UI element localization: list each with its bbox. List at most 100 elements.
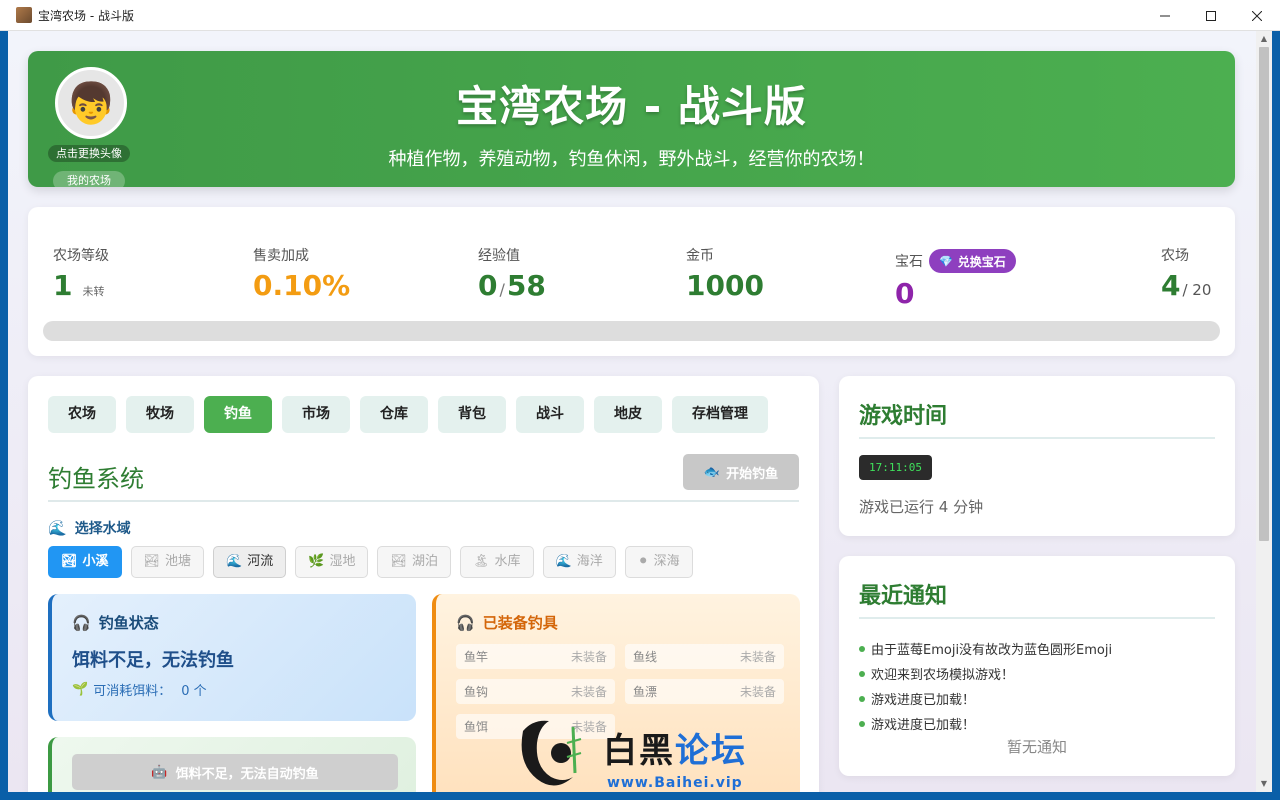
maximize-button[interactable] (1188, 0, 1234, 31)
stat-gold-value: 1000 (686, 269, 764, 302)
headphones-icon: 🎧 (456, 613, 475, 632)
exp-max: 58 (506, 269, 546, 302)
water-icon: 🌊 (555, 554, 572, 569)
notice-item: 游戏进度已加载！ (859, 711, 1215, 736)
gear-slot[interactable]: 鱼钩 未装备 (456, 679, 615, 704)
gem-icon: 💎 (939, 254, 953, 268)
water-select-text: 选择水域 (74, 521, 131, 537)
tab-2[interactable]: 钓鱼 (204, 396, 272, 433)
exp-current: 0 (478, 269, 498, 302)
water-icon: 🏞 (61, 554, 78, 569)
window-title: 宝湾农场 - 战斗版 (38, 8, 134, 23)
game-runtime: 游戏已运行 4 分钟 (859, 498, 984, 516)
tab-0[interactable]: 农场 (48, 396, 116, 433)
fishing-status-title-text: 钓鱼状态 (98, 614, 159, 632)
water-option-6[interactable]: 🌊 海洋 (542, 546, 616, 578)
water-option-2[interactable]: 🌊 河流 (213, 546, 287, 578)
exchange-gems-label: 兑换宝石 (957, 254, 1006, 269)
bullet-icon (859, 670, 865, 677)
farms-count: 4 (1161, 269, 1181, 302)
notices-title: 最近通知 (859, 584, 948, 609)
tab-5[interactable]: 背包 (438, 396, 506, 433)
notice-item: 游戏进度已加载！ (859, 686, 1215, 711)
tab-7[interactable]: 地皮 (594, 396, 662, 433)
water-option-5[interactable]: 🏝 水库 (460, 546, 534, 578)
game-time-title: 游戏时间 (859, 404, 948, 429)
page-title: 宝湾农场 - 战斗版 (456, 82, 807, 131)
water-option-1[interactable]: 🏞 池塘 (130, 546, 205, 578)
window-border-right (1272, 31, 1280, 800)
water-icon: 🌊 (226, 554, 243, 569)
watermark-title: 白黑论坛 (603, 723, 747, 772)
auto-fishing-button[interactable]: 🤖 饵料不足，无法自动钓鱼 (72, 754, 398, 790)
stat-exp-label: 经验值 (478, 248, 520, 264)
fishing-status-title: 🎧 钓鱼状态 (72, 612, 159, 633)
bait-label: 可消耗饵料： (93, 684, 172, 699)
fish-icon: 🐟 (703, 464, 721, 480)
watermark-title-blue: 论坛 (675, 731, 747, 771)
gear-slot[interactable]: 鱼线 未装备 (625, 644, 784, 669)
stats-card: 农场等级 1 未转 售卖加成 0.10% 经验值 0/58 金币 1000 宝石 … (28, 207, 1235, 356)
watermark-logo (521, 720, 582, 786)
notices-list: 由于蓝莓Emoji没有故改为蓝色圆形Emoji 欢迎来到农场模拟游戏！ 游戏进度已加… (859, 636, 1215, 736)
tab-3[interactable]: 市场 (282, 396, 350, 433)
water-option-0[interactable]: 🏞 小溪 (48, 546, 122, 578)
minimize-icon (1160, 15, 1170, 16)
stat-gold: 金币 1000 (686, 245, 764, 302)
fishing-status-message: 饵料不足，无法钓鱼 (72, 650, 234, 671)
stat-sell-bonus-label: 售卖加成 (253, 248, 309, 264)
equipped-gear-title-text: 已装备钓具 (482, 614, 558, 632)
empty-notices-text: 暂无通知 (1006, 738, 1067, 756)
gems-label-text: 宝石 (895, 254, 923, 270)
notices-divider (859, 617, 1215, 619)
gear-slot-name: 鱼钩 (464, 685, 489, 699)
tab-1[interactable]: 牧场 (126, 396, 194, 433)
watermark-url: www.Baihei.vip (607, 775, 743, 791)
gear-slot-value: 未装备 (570, 650, 607, 664)
water-option-7[interactable]: ⚫ 深海 (624, 546, 693, 578)
gear-slot[interactable]: 鱼竿 未装备 (456, 644, 615, 669)
tab-4[interactable]: 仓库 (360, 396, 428, 433)
watermark-title-black: 白黑 (603, 731, 675, 771)
level-note: 未转 (82, 285, 105, 298)
stat-gold-label: 金币 (686, 248, 714, 264)
water-option-label: 小溪 (82, 554, 109, 569)
notice-text: 游戏进度已加载！ (871, 693, 976, 708)
page-scrollbar[interactable]: ▲ ▼ (1256, 31, 1272, 792)
minimize-button[interactable] (1142, 0, 1188, 31)
bullet-icon (859, 645, 865, 652)
close-button[interactable] (1234, 0, 1280, 31)
tab-6[interactable]: 战斗 (516, 396, 584, 433)
exchange-gems-button[interactable]: 💎 兑换宝石 (929, 249, 1016, 273)
header-banner: 👦 点击更换头像 我的农场 宝湾农场 - 战斗版 种植作物，养殖动物，钓鱼休闲，… (28, 51, 1235, 187)
water-option-label: 深海 (653, 554, 680, 569)
notice-text: 欢迎来到农场模拟游戏！ (871, 668, 1015, 683)
bullet-icon (859, 695, 865, 702)
game-clock: 17:11:05 (859, 455, 932, 480)
scroll-thumb[interactable] (1259, 47, 1269, 541)
equipped-gear-title: 🎧 已装备钓具 (456, 612, 558, 633)
title-bar: 宝湾农场 - 战斗版 (0, 0, 1280, 31)
gear-slot-name: 鱼线 (633, 650, 658, 664)
water-icon: ⚫ (637, 554, 649, 569)
start-fishing-button[interactable]: 🐟 开始钓鱼 (683, 454, 799, 490)
game-time-divider (859, 437, 1215, 439)
my-farm-button[interactable]: 我的农场 (53, 171, 125, 187)
scroll-down-arrow[interactable]: ▼ (1260, 780, 1268, 788)
notices-card: 最近通知 由于蓝莓Emoji没有故改为蓝色圆形Emoji 欢迎来到农场模拟游戏！ 游… (839, 556, 1235, 776)
close-icon (1252, 10, 1262, 21)
stat-exp-value: 0/58 (478, 269, 546, 302)
water-option-label: 海洋 (576, 554, 603, 569)
gear-slot-value: 未装备 (739, 685, 776, 699)
water-option-label: 湿地 (329, 554, 356, 569)
stat-farms: 农场 4/ 20 (1161, 245, 1211, 302)
water-option-4[interactable]: 🏞 湖泊 (377, 546, 451, 578)
scroll-up-arrow[interactable]: ▲ (1260, 35, 1268, 43)
tab-8[interactable]: 存档管理 (672, 396, 768, 433)
gear-slot[interactable]: 鱼漂 未装备 (625, 679, 784, 704)
notice-text: 由于蓝莓Emoji没有故改为蓝色圆形Emoji (871, 643, 1113, 658)
notice-item: 欢迎来到农场模拟游戏！ (859, 661, 1215, 686)
water-option-3[interactable]: 🌿 湿地 (295, 546, 369, 578)
app-page: 👦 点击更换头像 我的农场 宝湾农场 - 战斗版 种植作物，养殖动物，钓鱼休闲，… (8, 31, 1256, 792)
auto-fishing-card: 🤖 饵料不足，无法自动钓鱼 (48, 737, 416, 792)
